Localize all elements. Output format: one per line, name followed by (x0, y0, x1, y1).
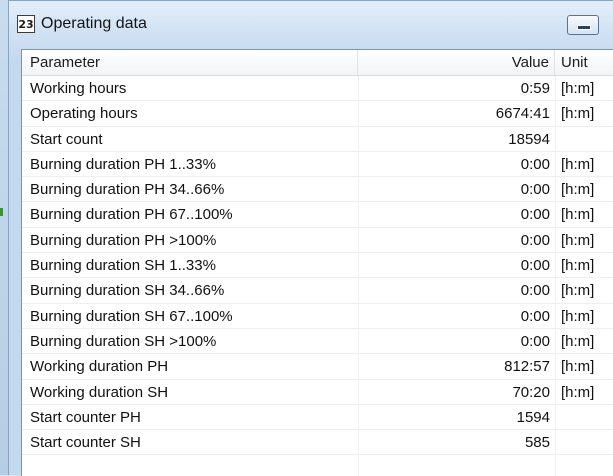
table-row[interactable]: Burning duration SH >100% 0:00 [h:m] (22, 329, 613, 355)
value-cell: 18594 (508, 130, 550, 148)
operating-data-window: 23 Operating data Parameter Value Unit W… (8, 0, 613, 476)
minimize-icon (577, 25, 591, 30)
value-cell: 0:00 (520, 282, 550, 300)
unit-cell: [h:m] (561, 307, 595, 325)
parameter-cell: Burning duration SH 67..100% (30, 307, 233, 325)
unit-cell: [h:m] (561, 282, 595, 300)
unit-cell: [h:m] (561, 80, 595, 97)
value-cell: 0:00 (520, 231, 550, 249)
table-row[interactable]: Burning duration PH >100% 0:00 [h:m] (22, 228, 613, 254)
value-cell: 6674:41 (495, 105, 550, 123)
unit-cell: [h:m] (561, 155, 595, 173)
parameter-cell: Burning duration PH 34..66% (30, 181, 225, 199)
table-body: Working hours 0:59 [h:m] Operating hours 667… (22, 76, 613, 456)
unit-cell: [h:m] (561, 231, 595, 249)
value-cell: 0:00 (520, 155, 550, 173)
table-row[interactable]: Start counter PH 1594 (22, 405, 613, 431)
value-cell: 0:00 (520, 257, 550, 275)
value-cell: 70:20 (512, 383, 550, 401)
parameter-cell: Burning duration SH 1..33% (30, 257, 216, 275)
unit-cell (555, 127, 613, 152)
table-row[interactable]: Working duration PH 812:57 [h:m] (22, 354, 613, 380)
window-title: Operating data (41, 15, 147, 32)
unit-cell: [h:m] (561, 383, 595, 401)
unit-cell: [h:m] (561, 332, 595, 350)
unit-cell: [h:m] (561, 257, 595, 275)
table-row[interactable]: Start counter SH 585 (22, 430, 613, 456)
parameter-cell: Operating hours (30, 105, 138, 123)
value-cell: 0:00 (520, 206, 550, 224)
table-row[interactable]: Burning duration SH 1..33% 0:00 [h:m] (22, 253, 613, 279)
operating-data-grid[interactable]: Parameter Value Unit Working hours 0:59 [h… (21, 49, 613, 476)
column-header-unit[interactable]: Unit (555, 50, 613, 75)
table-row[interactable]: Working hours 0:59 [h:m] (22, 76, 613, 102)
column-header-parameter[interactable]: Parameter (22, 50, 358, 75)
unit-cell: [h:m] (561, 105, 595, 123)
value-cell: 585 (524, 434, 550, 452)
parameter-cell: Start counter SH (30, 434, 141, 452)
parameter-cell: Working duration SH (30, 383, 169, 401)
column-header-value[interactable]: Value (358, 50, 555, 75)
table-row[interactable]: Burning duration PH 67..100% 0:00 [h:m] (22, 202, 613, 228)
title-bar[interactable]: 23 Operating data (9, 1, 613, 45)
table-row[interactable]: Burning duration SH 67..100% 0:00 [h:m] (22, 304, 613, 329)
parameter-cell: Working duration PH (30, 358, 169, 376)
table-row[interactable]: Start count 18594 (22, 127, 613, 152)
background-status-marker (0, 208, 3, 216)
parameter-cell: Burning duration SH 34..66% (30, 282, 225, 300)
table-row[interactable]: Burning duration PH 34..66% 0:00 [h:m] (22, 177, 613, 203)
unit-cell (555, 430, 613, 455)
value-cell: 812:57 (504, 358, 550, 376)
parameter-cell: Burning duration PH 1..33% (30, 155, 216, 173)
parameter-cell: Working hours (30, 80, 127, 97)
calendar-icon: 23 (17, 15, 35, 33)
table-row[interactable]: Burning duration SH 34..66% 0:00 [h:m] (22, 278, 613, 304)
value-cell: 0:59 (520, 80, 550, 97)
table-row[interactable]: Burning duration PH 1..33% 0:00 [h:m] (22, 152, 613, 178)
parameter-cell: Start counter PH (30, 408, 141, 426)
value-cell: 0:00 (520, 332, 550, 350)
unit-cell (555, 405, 613, 430)
table-row[interactable]: Working duration SH 70:20 [h:m] (22, 380, 613, 405)
table-header: Parameter Value Unit (22, 50, 613, 76)
minimize-button[interactable] (567, 15, 599, 35)
parameter-cell: Burning duration PH 67..100% (30, 206, 233, 224)
parameter-cell: Burning duration SH >100% (30, 332, 217, 350)
value-cell: 1594 (516, 408, 550, 426)
unit-cell: [h:m] (561, 181, 595, 199)
value-cell: 0:00 (520, 181, 550, 199)
table-row[interactable]: Operating hours 6674:41 [h:m] (22, 101, 613, 127)
parameter-cell: Burning duration PH >100% (30, 231, 217, 249)
unit-cell: [h:m] (561, 358, 595, 376)
unit-cell: [h:m] (561, 206, 595, 224)
parameter-cell: Start count (30, 130, 103, 148)
background-window-edge (0, 0, 8, 475)
value-cell: 0:00 (520, 307, 550, 325)
